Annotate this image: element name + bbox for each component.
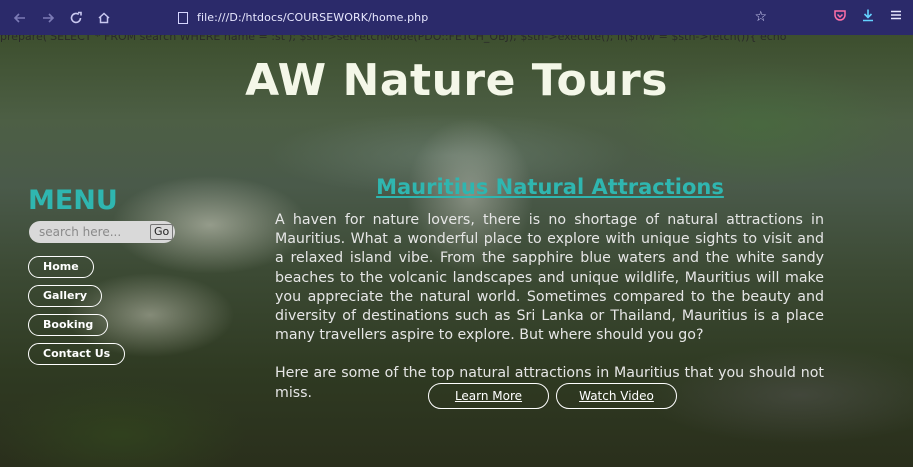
forward-icon[interactable]: [36, 6, 60, 30]
download-icon[interactable]: [861, 8, 875, 26]
url-text: file:///D:/htdocs/COURSEWORK/home.php: [197, 11, 429, 24]
learn-more-button[interactable]: Learn More: [428, 383, 549, 409]
php-error-text: prepare('SELECT * FROM search WHERE name…: [0, 35, 787, 43]
menu-icon[interactable]: [889, 8, 903, 26]
toolbar-right-icons: [833, 8, 903, 26]
search-go-button[interactable]: Go: [150, 224, 174, 240]
sidebar-nav: Home Gallery Booking Contact Us: [28, 255, 126, 371]
nav-link-gallery[interactable]: Gallery: [28, 285, 103, 307]
site-title: AW Nature Tours: [245, 55, 668, 106]
content-body: A haven for nature lovers, there is no s…: [275, 211, 824, 403]
bookmark-star-icon[interactable]: ☆: [754, 9, 767, 25]
pocket-icon[interactable]: [833, 8, 847, 26]
file-icon: [178, 11, 188, 24]
content-heading[interactable]: Mauritius Natural Attractions: [275, 175, 825, 199]
nav-link-contact-us[interactable]: Contact Us: [28, 343, 126, 365]
browser-toolbar: file:///D:/htdocs/COURSEWORK/home.php ☆: [0, 0, 913, 35]
home-icon[interactable]: [92, 6, 116, 30]
reload-icon[interactable]: [64, 6, 88, 30]
page-viewport: prepare('SELECT * FROM search WHERE name…: [0, 35, 913, 467]
watch-video-button[interactable]: Watch Video: [556, 383, 677, 409]
back-icon[interactable]: [8, 6, 32, 30]
url-bar[interactable]: file:///D:/htdocs/COURSEWORK/home.php: [160, 7, 800, 28]
nav-link-booking[interactable]: Booking: [28, 314, 109, 336]
search-form: Go: [29, 221, 175, 243]
nav-link-home[interactable]: Home: [28, 256, 94, 278]
search-input[interactable]: [37, 224, 146, 240]
menu-title: MENU: [28, 185, 118, 216]
cta-buttons: Learn More Watch Video: [428, 383, 677, 409]
intro-paragraph: A haven for nature lovers, there is no s…: [275, 212, 824, 344]
